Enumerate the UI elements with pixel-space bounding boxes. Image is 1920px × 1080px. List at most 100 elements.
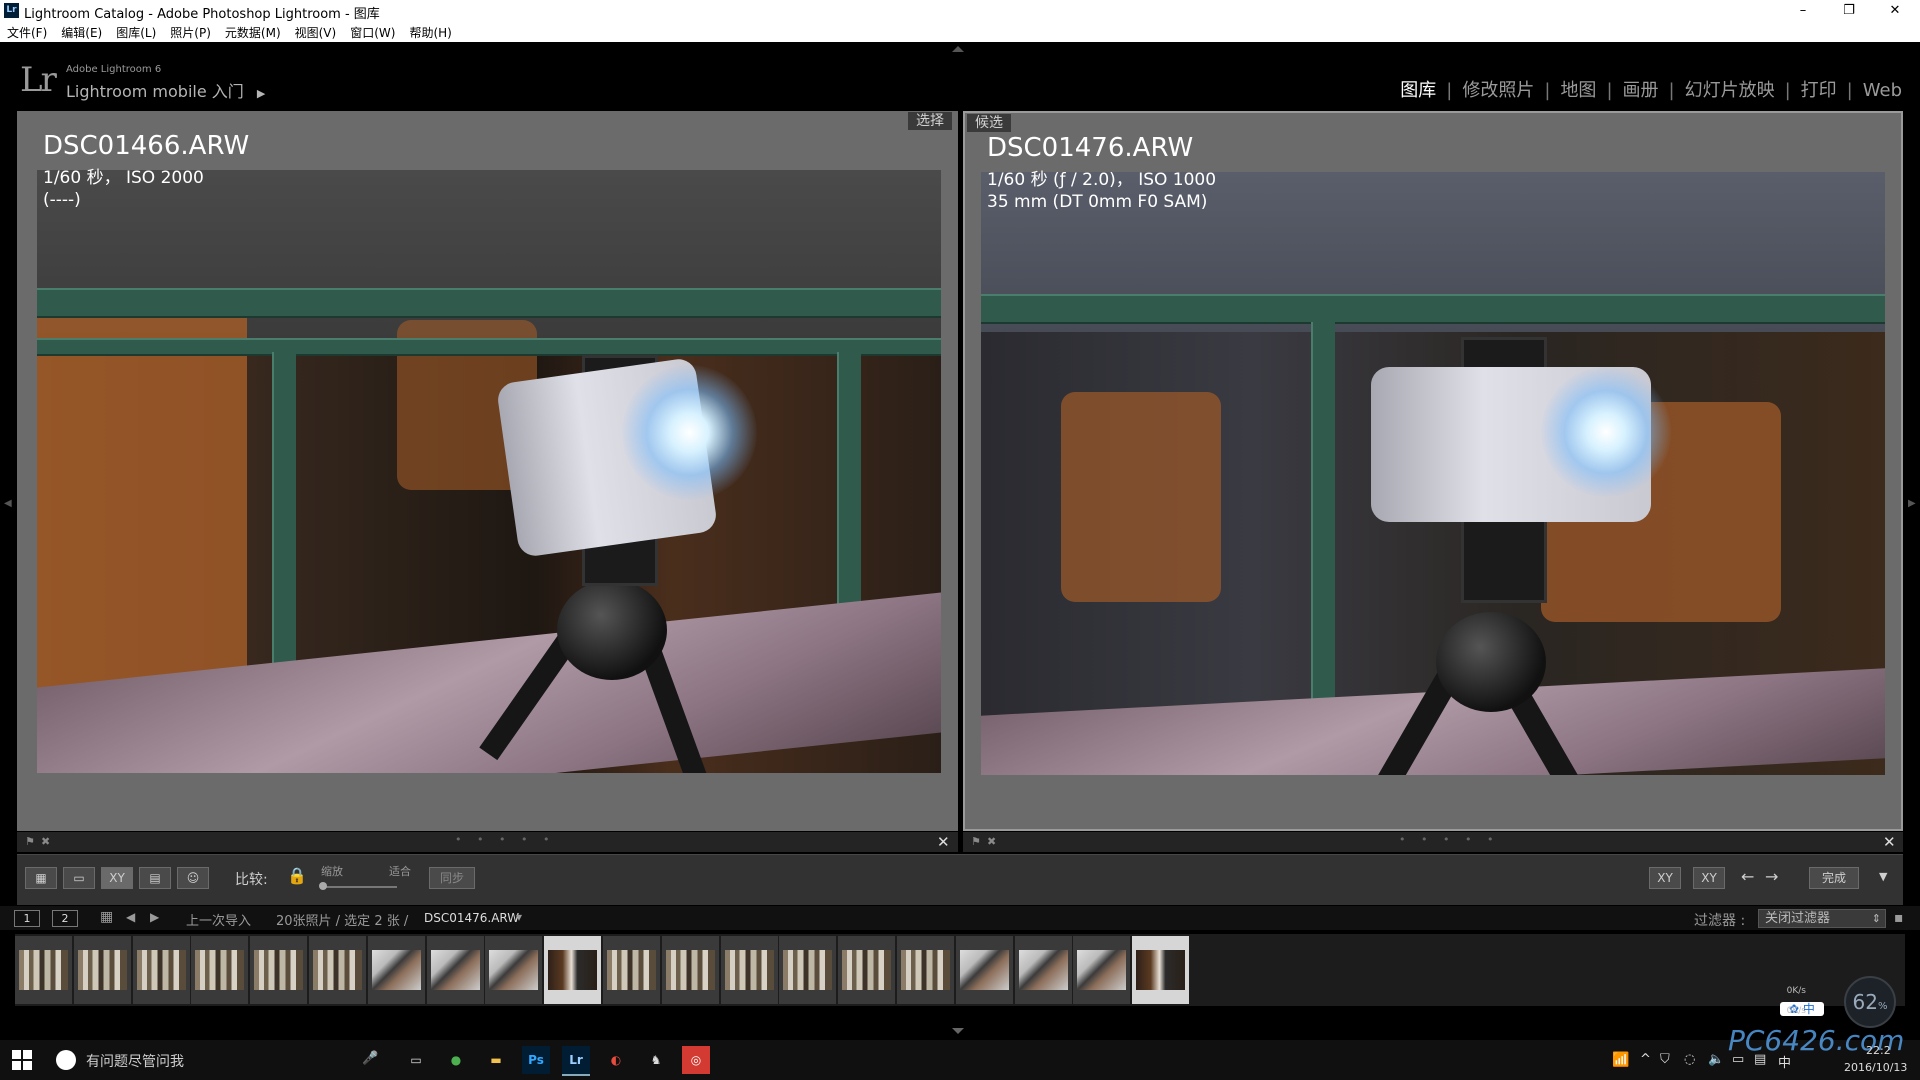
filmstrip-thumbnail[interactable] [485,936,543,1004]
filmstrip[interactable] [15,934,1905,1006]
compare-pane-candidate[interactable]: 候选 DSC01476.ARW 1/60 秒 (ƒ / 2.0)， ISO 10… [963,111,1903,831]
cortana-search[interactable]: 有问题尽管问我 🎤 [44,1046,384,1074]
zoom-slider-thumb[interactable] [319,882,327,890]
cpu-meter[interactable]: 62% [1844,976,1896,1028]
filmstrip-thumbnail[interactable] [838,936,896,1004]
module-tab-6[interactable]: Web [1863,80,1902,101]
toolbar-menu-icon[interactable]: ▼ [1879,870,1887,883]
menu-metadata[interactable]: 元数据(M) [218,22,288,41]
people-view-button[interactable]: ☺ [177,867,209,889]
wifi-icon[interactable]: 📶 [1612,1052,1629,1068]
menu-help[interactable]: 帮助(H) [402,22,458,41]
menu-photo[interactable]: 照片(P) [163,22,218,41]
module-tab-3[interactable]: 画册 [1623,76,1659,102]
forward-icon[interactable]: ▶ [150,910,159,924]
main-window-button[interactable]: 1 [14,910,40,927]
filmstrip-thumbnail[interactable] [779,936,837,1004]
grid-icon[interactable]: ▦ [100,909,113,925]
filmstrip-thumbnail[interactable] [309,936,366,1004]
module-tab-1[interactable]: 修改照片 [1462,76,1534,102]
lock-icon[interactable]: 🔒 [287,866,307,885]
clock-time[interactable]: 22:2 [1866,1044,1891,1057]
candidate-photo[interactable] [981,172,1885,775]
menu-file[interactable]: 文件(F) [0,22,54,41]
menu-window[interactable]: 窗口(W) [343,22,402,41]
filmstrip-thumbnail[interactable] [426,936,484,1004]
swap-button[interactable]: XY [1649,867,1681,889]
make-select-button[interactable]: XY [1693,867,1725,889]
filmstrip-thumbnail[interactable] [1073,936,1131,1004]
filmstrip-thumbnail[interactable] [897,936,954,1004]
source-label[interactable]: 上一次导入 [186,910,251,929]
filmstrip-thumbnail[interactable] [132,936,190,1004]
module-tab-2[interactable]: 地图 [1560,76,1596,102]
compare-pane-select[interactable]: 选择 DSC01466.ARW 1/60 秒， ISO 2000 (----) [17,111,958,831]
chevron-down-icon[interactable]: ▾ [516,910,522,924]
zoom-slider[interactable] [321,886,397,888]
windows-start-icon[interactable] [12,1050,32,1070]
flag-icon[interactable]: ⚑ [971,835,981,848]
compare-view-button[interactable]: XY [101,867,133,889]
loupe-view-button[interactable]: ▭ [63,867,95,889]
next-photo-icon[interactable]: → [1765,867,1778,886]
filter-select[interactable]: 关闭过滤器 ⇕ [1758,909,1886,928]
secondary-window-button[interactable]: 2 [52,910,78,927]
previous-photo-icon[interactable]: ← [1741,867,1754,886]
filmstrip-thumbnail[interactable] [73,936,131,1004]
network-icon[interactable]: ◌ [1684,1052,1695,1067]
select-photo[interactable] [37,170,941,773]
bottom-panel-toggle-icon[interactable] [952,1028,964,1034]
rating-stars[interactable]: • • • • • [455,833,555,846]
module-tab-5[interactable]: 打印 [1801,76,1837,102]
grid-view-button[interactable]: ▦ [25,867,57,889]
taskbar-app-red-icon[interactable]: ◐ [602,1046,630,1074]
taskbar-explorer-icon[interactable]: ▬ [482,1046,510,1074]
taskbar-chrome-icon[interactable]: ● [442,1046,470,1074]
close-button[interactable]: ✕ [1872,0,1918,22]
menu-view[interactable]: 视图(V) [288,22,344,41]
left-panel-toggle-icon[interactable]: ◀ [4,498,12,509]
minimize-button[interactable]: – [1780,0,1826,22]
menu-edit[interactable]: 编辑(E) [54,22,109,41]
module-tab-0[interactable]: 图库 [1400,76,1436,102]
filmstrip-thumbnail[interactable] [15,936,72,1004]
filmstrip-thumbnail[interactable] [720,936,778,1004]
current-file[interactable]: DSC01476.ARW [424,911,519,925]
rating-stars[interactable]: • • • • • [1399,833,1499,846]
close-icon[interactable]: ✕ [1883,833,1896,851]
volume-icon[interactable]: 🔈 [1708,1052,1724,1067]
sync-button[interactable]: 同步 [429,867,475,889]
taskbar-photoshop-icon[interactable]: Ps [522,1046,550,1074]
flag-icon[interactable]: ⚑ [25,835,35,848]
taskbar-app-fox-icon[interactable]: ♞ [642,1046,670,1074]
survey-view-button[interactable]: ▤ [139,867,171,889]
filmstrip-thumbnail[interactable] [250,936,308,1004]
filmstrip-thumbnail[interactable] [1132,936,1190,1004]
clock-date[interactable]: 2016/10/13 [1844,1061,1907,1074]
taskbar-task-view-icon[interactable]: ▭ [402,1046,430,1074]
filter-lock-icon[interactable]: ▪ [1894,910,1904,926]
filmstrip-thumbnail[interactable] [603,936,660,1004]
top-panel-toggle-icon[interactable] [952,46,964,52]
filmstrip-thumbnail[interactable] [1014,936,1072,1004]
right-panel-toggle-icon[interactable]: ▶ [1908,498,1916,509]
filmstrip-thumbnail[interactable] [191,936,249,1004]
microphone-icon[interactable]: 🎤 [362,1051,378,1066]
maximize-button[interactable]: ❐ [1826,0,1872,22]
close-icon[interactable]: ✕ [937,833,950,851]
module-tab-4[interactable]: 幻灯片放映 [1685,76,1775,102]
filmstrip-thumbnail[interactable] [661,936,719,1004]
lightroom-mobile-link[interactable]: Lightroom mobile 入门 ▶ [66,78,265,102]
back-icon[interactable]: ◀ [126,910,135,924]
done-button[interactable]: 完成 [1809,867,1859,889]
reject-icon[interactable]: ✖ [41,835,50,848]
taskbar-lightroom-icon[interactable]: Lr [562,1046,590,1076]
chevron-up-icon[interactable]: ^ [1640,1052,1651,1067]
shield-icon[interactable]: ⛉ [1660,1052,1670,1067]
taskbar-netease-music-icon[interactable]: ◎ [682,1046,710,1074]
reject-icon[interactable]: ✖ [987,835,996,848]
filmstrip-thumbnail[interactable] [544,936,602,1004]
filmstrip-thumbnail[interactable] [955,936,1013,1004]
filmstrip-thumbnail[interactable] [367,936,425,1004]
menu-library[interactable]: 图库(L) [109,22,163,41]
